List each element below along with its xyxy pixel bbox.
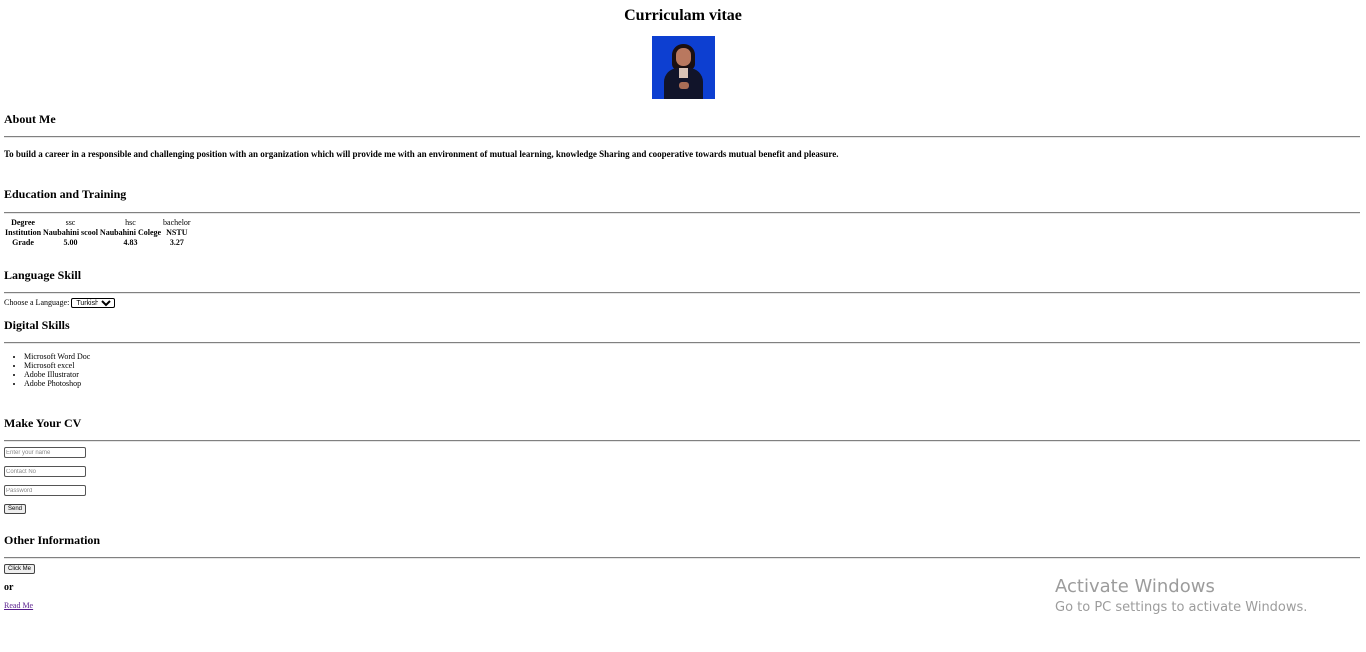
table-header-cell: Degree <box>11 218 35 227</box>
list-item: Adobe Photoshop <box>24 379 90 388</box>
make-cv-divider <box>4 440 1360 442</box>
watermark-title: Activate Windows <box>1055 576 1215 597</box>
table-cell: 3.27 <box>169 238 184 247</box>
table-cell: Institution <box>5 228 42 237</box>
table-row: Institution Naubahini scool Naubahini Co… <box>4 228 192 238</box>
activate-windows-watermark: Activate Windows Go to PC settings to ac… <box>1055 576 1307 617</box>
language-label: Choose a Language: <box>4 298 70 307</box>
other-heading: Other Information <box>4 533 101 547</box>
about-heading: About Me <box>4 112 56 126</box>
table-row: Grade 5.00 4.83 3.27 <box>4 238 192 248</box>
list-item: Adobe Illustrator <box>24 370 90 379</box>
language-row: Choose a Language: Turkish <box>4 298 116 309</box>
click-me-button[interactable]: Click Me <box>4 564 36 574</box>
list-item: Microsoft excel <box>24 361 90 370</box>
language-divider <box>4 292 1360 294</box>
contact-input[interactable] <box>4 466 86 477</box>
table-cell: 5.00 <box>63 238 78 247</box>
name-input[interactable] <box>4 447 86 458</box>
other-divider <box>4 557 1360 559</box>
digital-heading: Digital Skills <box>4 318 70 332</box>
table-row: Degree ssc hsc bachelor <box>4 218 192 228</box>
about-divider <box>4 136 1360 138</box>
profile-photo <box>652 36 715 99</box>
read-me-link[interactable]: Read Me <box>4 601 33 610</box>
make-cv-heading: Make Your CV <box>4 416 82 430</box>
table-header-cell: hsc <box>125 218 136 227</box>
list-item: Microsoft Word Doc <box>24 352 90 361</box>
password-input[interactable] <box>4 485 86 496</box>
table-cell: 4.83 <box>123 238 138 247</box>
send-button[interactable]: Send <box>4 504 27 514</box>
or-text: or <box>4 582 14 593</box>
table-cell: NSTU <box>166 228 188 237</box>
about-text: To build a career in a responsible and c… <box>4 149 839 159</box>
watermark-subtitle: Go to PC settings to activate Windows. <box>1055 600 1308 615</box>
table-header-cell: ssc <box>65 218 76 227</box>
table-header-cell: bachelor <box>163 218 191 227</box>
digital-divider <box>4 342 1360 344</box>
language-select[interactable]: Turkish <box>71 298 116 309</box>
education-heading: Education and Training <box>4 187 127 201</box>
skills-list: Microsoft Word Doc Microsoft excel Adobe… <box>4 352 90 388</box>
language-heading: Language Skill <box>4 268 82 282</box>
table-cell: Naubahini scool <box>43 228 98 237</box>
page-title: Curriculam vitae <box>624 7 742 24</box>
education-table: Degree ssc hsc bachelor Institution Naub… <box>4 218 192 248</box>
education-divider <box>4 212 1360 214</box>
table-cell: Naubahini Colege <box>99 228 162 237</box>
table-cell: Grade <box>12 238 34 247</box>
